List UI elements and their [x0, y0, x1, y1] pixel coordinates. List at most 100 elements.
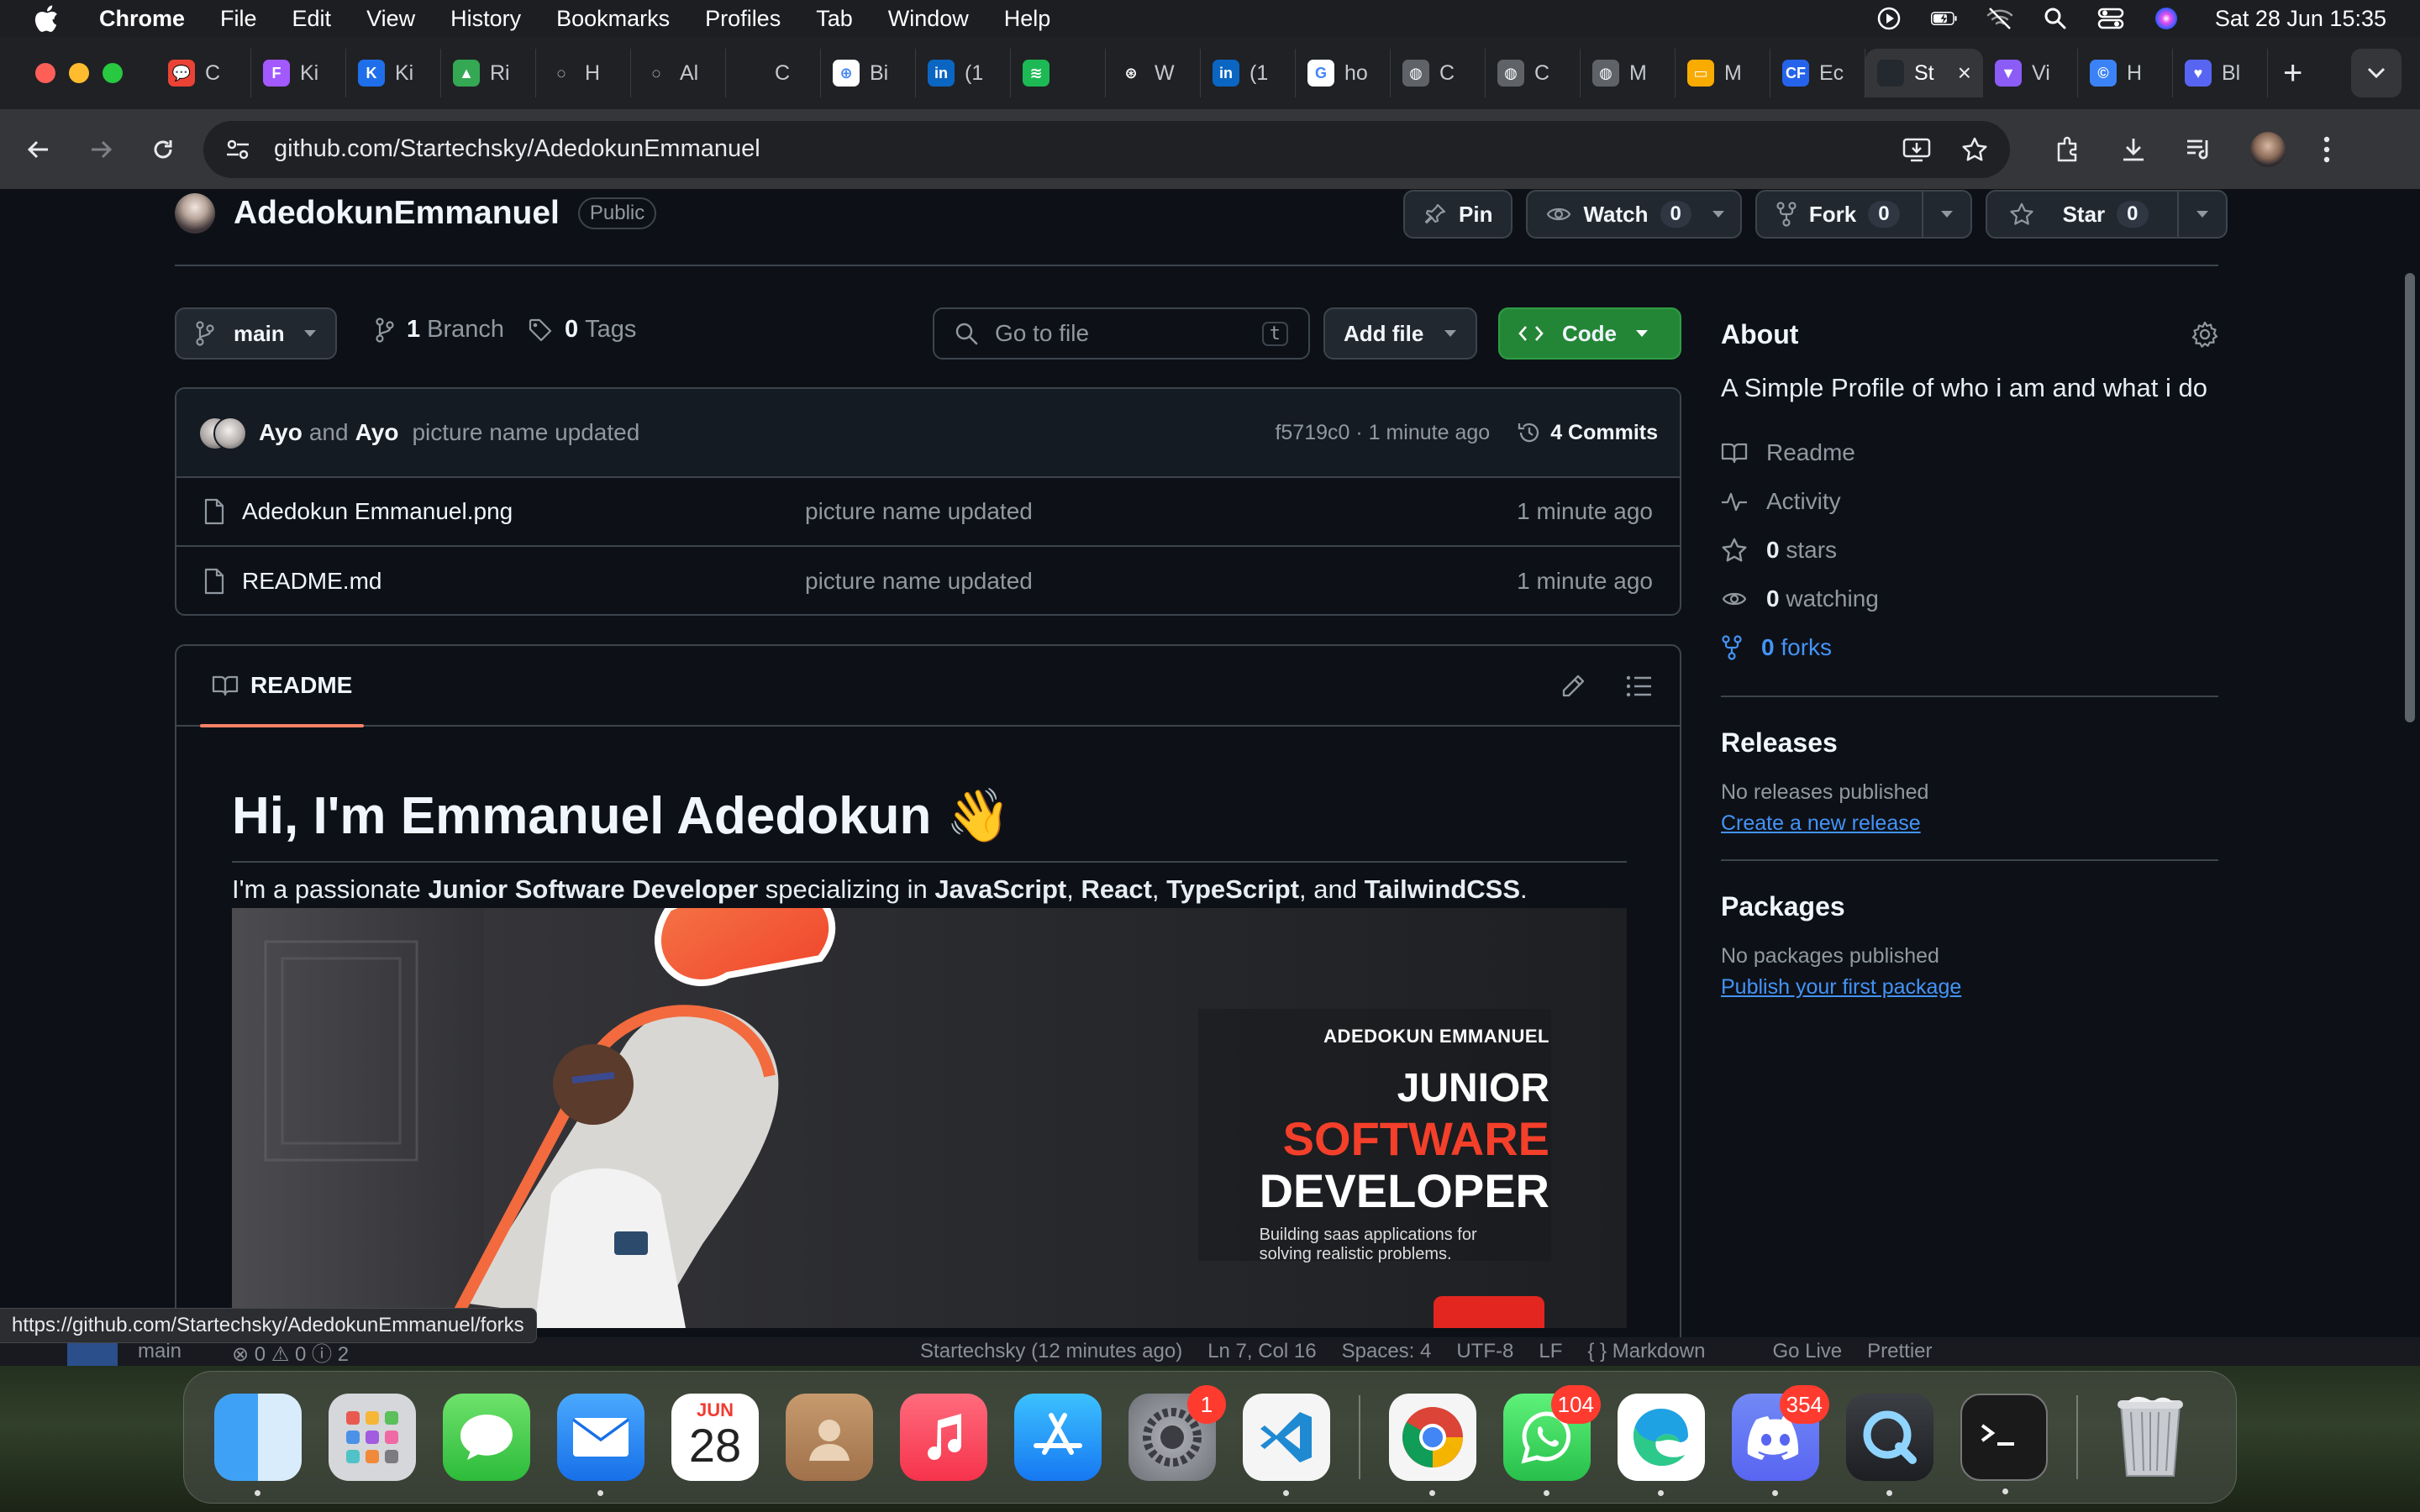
menu-bookmarks[interactable]: Bookmarks	[556, 6, 670, 32]
browser-tab[interactable]: Gho	[1296, 49, 1391, 97]
vs-eol[interactable]: LF	[1539, 1340, 1562, 1363]
mail-icon[interactable]	[557, 1394, 644, 1496]
minimize-window-button[interactable]	[69, 63, 89, 83]
system-settings-icon[interactable]: 1	[1128, 1385, 1226, 1481]
fork-dropdown[interactable]	[1921, 190, 1970, 239]
vs-golive[interactable]: Go Live	[1772, 1340, 1842, 1363]
menu-file[interactable]: File	[220, 6, 257, 32]
browser-tab[interactable]: CF Ec	[1770, 49, 1865, 97]
file-name[interactable]: Adedokun Emmanuel.png	[242, 498, 805, 525]
spotlight-search-icon[interactable]	[2042, 5, 2069, 32]
vs-spaces[interactable]: Spaces: 4	[1342, 1340, 1432, 1363]
close-tab-icon[interactable]: ×	[1958, 60, 1971, 87]
browser-tab[interactable]: ≋	[1011, 49, 1106, 97]
tab-readme[interactable]: README	[200, 646, 365, 727]
sidebar-item-activity[interactable]: Activity	[1721, 477, 2218, 526]
messages-icon[interactable]	[443, 1394, 530, 1481]
menu-help[interactable]: Help	[1004, 6, 1051, 32]
star-dropdown[interactable]	[2176, 190, 2226, 239]
menu-window[interactable]: Window	[888, 6, 969, 32]
launchpad-icon[interactable]	[329, 1394, 416, 1481]
close-window-button[interactable]	[35, 63, 55, 83]
back-button[interactable]	[13, 124, 64, 175]
tags-link[interactable]: 0 Tags	[528, 316, 636, 344]
file-row[interactable]: Adedokun Emmanuel.png picture name updat…	[176, 478, 1680, 547]
go-to-file-input[interactable]: Go to file t	[933, 307, 1310, 360]
packages-title[interactable]: Packages	[1721, 891, 2218, 922]
browser-tab[interactable]: in (1	[916, 49, 1011, 97]
commits-link[interactable]: 4 Commits	[1517, 420, 1658, 445]
menu-edit[interactable]: Edit	[292, 6, 332, 32]
apple-icon[interactable]	[34, 4, 62, 33]
wifi-off-icon[interactable]	[1986, 5, 2013, 32]
menu-tab[interactable]: Tab	[816, 6, 853, 32]
vs-position[interactable]: Ln 7, Col 16	[1207, 1340, 1316, 1363]
branch-selector[interactable]: main	[175, 307, 337, 360]
new-tab-button[interactable]: +	[2283, 56, 2302, 90]
calendar-icon[interactable]: JUN 28	[671, 1394, 759, 1481]
profile-avatar[interactable]	[2250, 131, 2286, 167]
commit-author-2[interactable]: Ayo	[355, 419, 399, 446]
file-row[interactable]: README.md picture name updated 1 minute …	[176, 547, 1680, 614]
pin-button[interactable]: Pin	[1403, 190, 1513, 239]
star-button[interactable]: Star 0	[1985, 190, 2228, 239]
browser-tab[interactable]: ◍ C	[1391, 49, 1486, 97]
site-settings-icon[interactable]	[225, 138, 250, 161]
sidebar-item-stars[interactable]: 0 stars	[1721, 526, 2218, 575]
forward-button[interactable]	[76, 124, 126, 175]
page-scrollbar-thumb[interactable]	[2405, 273, 2415, 722]
browser-tab[interactable]: K Ki	[346, 49, 441, 97]
file-commit-message[interactable]: picture name updated	[805, 568, 1393, 595]
vs-language[interactable]: { } Markdown	[1587, 1340, 1705, 1363]
menu-history[interactable]: History	[450, 6, 521, 32]
siri-icon[interactable]	[2153, 5, 2180, 32]
browser-tab[interactable]: ◌ Al	[631, 49, 726, 97]
sidebar-item-forks[interactable]: 0 forks	[1721, 623, 2218, 672]
fork-button[interactable]: Fork 0	[1754, 190, 1972, 239]
browser-tab[interactable]: ▲ Ri	[441, 49, 536, 97]
menu-view[interactable]: View	[366, 6, 415, 32]
music-icon[interactable]	[900, 1394, 987, 1481]
tab-search-button[interactable]	[2351, 49, 2402, 97]
add-file-button[interactable]: Add file	[1323, 307, 1478, 360]
menu-profiles[interactable]: Profiles	[705, 6, 781, 32]
browser-tab[interactable]: ◍ C	[1486, 49, 1581, 97]
reload-button[interactable]	[138, 124, 188, 175]
vs-encoding[interactable]: UTF-8	[1456, 1340, 1513, 1363]
sidebar-item-watching[interactable]: 0 watching	[1721, 575, 2218, 623]
tab-active[interactable]: St ×	[1865, 49, 1983, 97]
vs-prettier[interactable]: Prettier	[1867, 1340, 1932, 1363]
browser-tab[interactable]: ▼ Vi	[1983, 49, 2078, 97]
sidebar-item-readme[interactable]: Readme	[1721, 428, 2218, 477]
chrome-icon[interactable]	[1389, 1394, 1476, 1496]
outline-list-icon[interactable]	[1626, 675, 1653, 698]
commit-message[interactable]: picture name updated	[412, 419, 639, 446]
menu-clock[interactable]: Sat 28 Jun 15:35	[2215, 6, 2386, 32]
releases-title[interactable]: Releases	[1721, 727, 2218, 759]
contacts-icon[interactable]	[786, 1394, 873, 1481]
trash-icon[interactable]	[2107, 1394, 2194, 1481]
owner-avatar[interactable]	[175, 193, 215, 234]
browser-tab[interactable]: ◍ M	[1581, 49, 1676, 97]
edit-pencil-icon[interactable]	[1560, 673, 1586, 700]
browser-tab[interactable]: C	[726, 49, 821, 97]
profile-banner-image[interactable]: ADEDOKUN EMMANUEL JUNIOR SOFTWARE DEVELO…	[232, 908, 1627, 1328]
vscode-icon[interactable]	[1243, 1394, 1330, 1496]
gear-icon[interactable]	[2191, 321, 2218, 348]
browser-tab[interactable]: © H	[2078, 49, 2173, 97]
create-release-link[interactable]: Create a new release	[1721, 811, 2218, 836]
watch-dropdown[interactable]	[1703, 190, 1740, 239]
media-controls-icon[interactable]	[2185, 137, 2213, 162]
terminal-icon[interactable]	[1960, 1394, 2048, 1494]
code-button[interactable]: Code	[1498, 307, 1681, 360]
file-name[interactable]: README.md	[242, 568, 805, 595]
repo-name[interactable]: AdedokunEmmanuel	[234, 195, 560, 232]
whatsapp-icon[interactable]: 104	[1503, 1385, 1601, 1496]
browser-tab[interactable]: ♥ Bl	[2173, 49, 2268, 97]
browser-tab[interactable]: ⊛ W	[1106, 49, 1201, 97]
control-center-icon[interactable]	[2097, 5, 2124, 32]
address-bar[interactable]: github.com/Startechsky/AdedokunEmmanuel	[203, 120, 2010, 178]
browser-tab[interactable]: ▭ M	[1676, 49, 1770, 97]
extensions-icon[interactable]	[2054, 135, 2082, 164]
app-store-icon[interactable]	[1014, 1394, 1102, 1481]
